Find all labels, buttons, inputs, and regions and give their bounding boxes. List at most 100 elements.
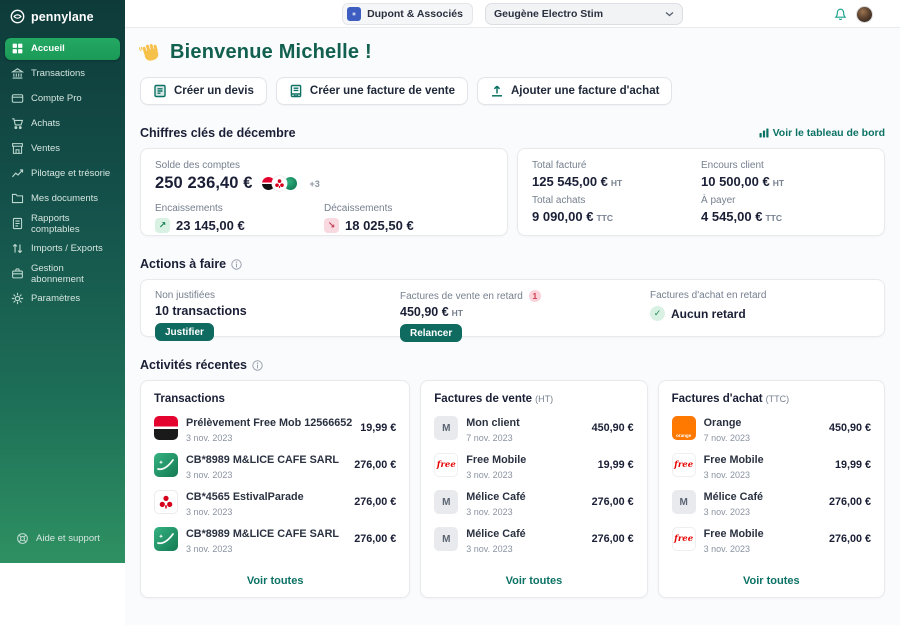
bnp-logo [154,527,178,551]
row-name: CB*4565 EstivalParade [186,491,304,503]
outflows-label: Décaissements [324,203,493,214]
stat-unit: HT [611,178,622,188]
life-ring-icon [16,532,29,545]
bnp-logo [154,453,178,477]
row-amount: 450,90 € [592,422,634,434]
create-sale-invoice-button[interactable]: Créer une facture de vente [276,77,468,105]
monogram-m-avatar: M [672,490,696,514]
invoice-row[interactable]: M Mélice Café3 nov. 2023 276,00 € [434,487,633,517]
transactions-card-title: Transactions [154,393,225,405]
row-amount: 276,00 € [354,459,396,471]
row-name: Mélice Café [466,491,525,503]
sidebar-item-label: Pilotage et trésorie [31,168,110,179]
sidebar-item-ventes[interactable]: Ventes [5,138,120,160]
unjustified-value: 10 transactions [155,304,400,318]
transaction-row[interactable]: CB*8989 M&LICE CAFE SARL 3 nov. 2023 276,… [154,450,396,480]
outflows-block: Décaissements ↘ 18 025,50 € [324,203,493,233]
transaction-row[interactable]: Prélèvement Free Mob 125666523 nov. 2023… [154,413,396,443]
row-date: 3 nov. 2023 [186,433,352,443]
sidebar-item-label: Rapports comptables [31,213,114,235]
view-all-transactions-link[interactable]: Voir toutes [154,569,396,589]
stat-label: Total achats [532,195,701,206]
sidebar-item-achats[interactable]: Achats [5,113,120,135]
brand-logo[interactable]: pennylane [0,0,125,32]
row-name: Free Mobile [704,528,764,540]
chevron-down-icon [665,11,674,17]
inflows-label: Encaissements [155,203,324,214]
transaction-row[interactable]: CB*8989 M&LICE CAFE SARL3 nov. 2023 276,… [154,524,396,554]
sidebar-item-parametres[interactable]: Paramètres [5,288,120,310]
sidebar-item-abonnement[interactable]: Gestion abonnement [5,263,120,285]
invoice-row[interactable]: orange Orange7 nov. 2023 450,90 € [672,413,871,443]
row-date: 3 nov. 2023 [186,470,346,480]
company-select[interactable]: Geugène Electro Stim [485,3,683,25]
activities-title: Activités récentes [140,358,247,372]
chart-line-icon [11,167,24,180]
sidebar-item-compte-pro[interactable]: Compte Pro [5,88,120,110]
invoice-row[interactable]: M Mélice Café3 nov. 2023 276,00 € [434,524,633,554]
row-date: 3 nov. 2023 [186,544,346,554]
invoice-row[interactable]: free Free Mobile3 nov. 2023 19,99 € [434,450,633,480]
outflows-value: 18 025,50 € [345,218,414,233]
stat-value: 125 545,00 € [532,174,608,189]
report-icon [11,217,24,230]
create-quote-button[interactable]: Créer un devis [140,77,267,105]
justify-button[interactable]: Justifier [155,323,214,341]
sidebar-item-label: Accueil [31,43,65,54]
invoice-row[interactable]: M Mon client7 nov. 2023 450,90 € [434,413,633,443]
info-icon[interactable] [231,259,242,270]
sidebar-item-imports-exports[interactable]: Imports / Exports [5,238,120,260]
stat-value: 9 090,00 € [532,209,593,224]
briefcase-icon [11,267,24,280]
add-purchase-invoice-button[interactable]: Ajouter une facture d'achat [477,77,672,105]
remind-button[interactable]: Relancer [400,324,462,342]
main-content: Bienvenue Michelle ! Créer un devis Crée… [125,28,900,625]
firm-chip[interactable]: ▦ Dupont & Associés [342,3,473,25]
sidebar-item-transactions[interactable]: Transactions [5,63,120,85]
stat-label: Encours client [701,160,870,171]
sidebar-item-aide-support[interactable]: Aide et support [10,528,115,550]
sidebar-item-label: Transactions [31,68,85,79]
stat-value: 4 545,00 € [701,209,762,224]
invoice-icon [289,84,303,98]
row-amount: 19,99 € [598,459,634,471]
sidebar-item-label: Paramètres [31,293,80,304]
brand-name: pennylane [31,10,94,24]
bank-logos[interactable] [261,176,298,191]
firm-name: Dupont & Associés [367,8,463,20]
info-icon[interactable] [252,360,263,371]
view-all-sales-invoices-link[interactable]: Voir toutes [434,569,633,589]
arrow-down-right-icon: ↘ [324,218,339,233]
invoice-row[interactable]: M Mélice Café3 nov. 2023 276,00 € [672,487,871,517]
invoice-row[interactable]: free Free Mobile3 nov. 2023 276,00 € [672,524,871,554]
bar-chart-icon [759,128,769,138]
avatar[interactable] [856,6,873,23]
dashboard-link[interactable]: Voir le tableau de bord [759,127,885,139]
upload-icon [490,84,504,98]
row-date: 7 nov. 2023 [466,433,583,443]
sales-invoices-unit: (HT) [535,394,553,404]
invoice-row[interactable]: free Free Mobile3 nov. 2023 19,99 € [672,450,871,480]
balance-card: Solde des comptes 250 236,40 € +3 Encais… [140,148,508,236]
actions-title: Actions à faire [140,257,226,271]
grid-icon [11,42,24,55]
orange-logo: orange [672,416,696,440]
unjustified-label: Non justifiées [155,290,215,301]
row-date: 3 nov. 2023 [466,507,583,517]
late-purchases-label: Factures d'achat en retard [650,290,766,301]
sidebar-item-pilotage[interactable]: Pilotage et trésorie [5,163,120,185]
sidebar-item-documents[interactable]: Mes documents [5,188,120,210]
view-all-purchase-invoices-link[interactable]: Voir toutes [672,569,871,589]
store-icon [11,142,24,155]
transaction-row[interactable]: CB*4565 EstivalParade3 nov. 2023 276,00 … [154,487,396,517]
row-name: CB*8989 M&LICE CAFE SARL [186,454,339,466]
sidebar-item-accueil[interactable]: Accueil [5,38,120,60]
sidebar-item-label: Imports / Exports [31,243,103,254]
more-accounts-badge[interactable]: +3 [310,179,320,189]
bell-icon[interactable] [834,7,847,21]
sidebar: pennylane Accueil Transactions Compte Pr… [0,0,125,563]
sidebar-item-rapports[interactable]: Rapports comptables [5,213,120,235]
row-name: Mélice Café [466,528,525,540]
late-sales-value: 450,90 € [400,305,449,319]
arrow-up-right-icon: ↗ [155,218,170,233]
